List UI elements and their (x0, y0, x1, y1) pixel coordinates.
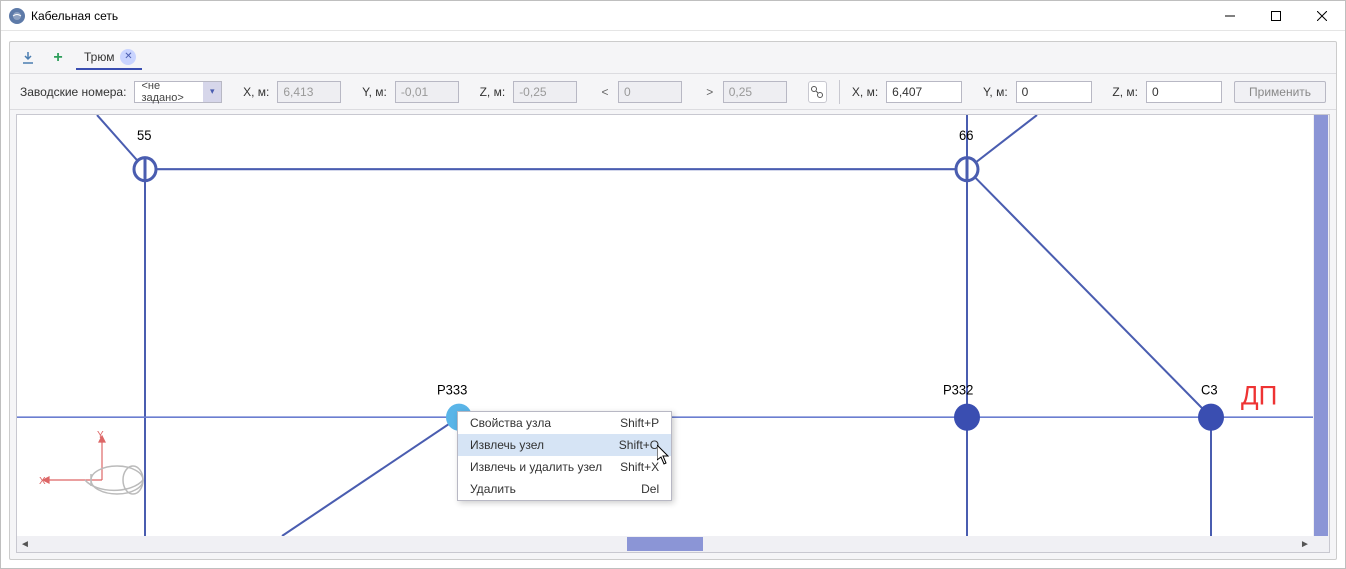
y-input[interactable] (1016, 81, 1092, 103)
y-ro-input (395, 81, 459, 103)
dp-label: ДП (1241, 380, 1277, 411)
node-label-c3: С3 (1201, 382, 1218, 397)
apply-button[interactable]: Применить (1234, 81, 1326, 103)
export-icon[interactable] (16, 46, 40, 70)
link-icon[interactable] (808, 81, 828, 103)
window-title: Кабельная сеть (31, 9, 118, 23)
ctx-shortcut: Del (641, 482, 659, 496)
nav-next-icon[interactable]: > (703, 85, 717, 99)
nav-next-input (723, 81, 787, 103)
x-ro-label: X, м: (243, 85, 269, 99)
ctx-label: Удалить (470, 482, 516, 496)
node-label-55: 55 (137, 128, 151, 143)
ctx-shortcut: Shift+X (620, 460, 659, 474)
tabstrip: + Трюм ✕ (10, 42, 1336, 74)
x-label: X, м: (852, 85, 878, 99)
ctx-item-properties[interactable]: Свойства узла Shift+P (458, 412, 671, 434)
ctx-item-extract-delete[interactable]: Извлечь и удалить узел Shift+X (458, 456, 671, 478)
tab-hold[interactable]: Трюм ✕ (76, 46, 142, 70)
serial-select[interactable]: <не задано> ▾ (134, 81, 222, 103)
titlebar: Кабельная сеть (1, 1, 1345, 31)
node-label-p333: Р333 (437, 382, 467, 397)
y-label: Y, м: (983, 85, 1008, 99)
scroll-left-icon[interactable]: ◄ (17, 536, 33, 552)
scroll-right-icon[interactable]: ► (1297, 536, 1313, 552)
horizontal-scrollbar[interactable]: ◄ ► (17, 536, 1313, 552)
node-label-66: 66 (959, 128, 973, 143)
ctx-item-extract[interactable]: Извлечь узел Shift+O (458, 434, 671, 456)
canvas-wrap: 55 66 Р333 Р332 С3 ДП (16, 114, 1330, 553)
nav-prev-icon[interactable]: < (598, 85, 612, 99)
z-input[interactable] (1146, 81, 1222, 103)
x-ro-input (277, 81, 341, 103)
y-ro-label: Y, м: (362, 85, 387, 99)
x-input[interactable] (886, 81, 962, 103)
ctx-label: Извлечь и удалить узел (470, 460, 602, 474)
z-ro-input (513, 81, 577, 103)
diagram-canvas[interactable]: 55 66 Р333 Р332 С3 ДП (17, 115, 1313, 536)
plus-icon: + (53, 49, 62, 67)
scroll-corner (1313, 536, 1329, 552)
ctx-shortcut: Shift+P (620, 416, 659, 430)
serial-label: Заводские номера: (20, 85, 126, 99)
context-menu: Свойства узла Shift+P Извлечь узел Shift… (457, 411, 672, 501)
vertical-scrollbar[interactable] (1313, 115, 1329, 536)
tab-label: Трюм (84, 50, 114, 64)
chevron-down-icon: ▾ (203, 82, 221, 102)
add-tab-button[interactable]: + (46, 46, 70, 70)
node-label-p332: Р332 (943, 382, 973, 397)
serial-select-value: <не задано> (135, 80, 203, 104)
toolbar: Заводские номера: <не задано> ▾ X, м: Y,… (10, 74, 1336, 110)
ctx-label: Свойства узла (470, 416, 551, 430)
maximize-button[interactable] (1253, 1, 1299, 31)
z-ro-label: Z, м: (480, 85, 506, 99)
ctx-shortcut: Shift+O (619, 438, 659, 452)
z-label: Z, м: (1112, 85, 1138, 99)
ctx-item-delete[interactable]: Удалить Del (458, 478, 671, 500)
close-button[interactable] (1299, 1, 1345, 31)
ctx-label: Извлечь узел (470, 438, 544, 452)
tab-close-icon[interactable]: ✕ (120, 49, 136, 65)
nav-prev-input (618, 81, 682, 103)
minimize-button[interactable] (1207, 1, 1253, 31)
app-icon (9, 8, 25, 24)
